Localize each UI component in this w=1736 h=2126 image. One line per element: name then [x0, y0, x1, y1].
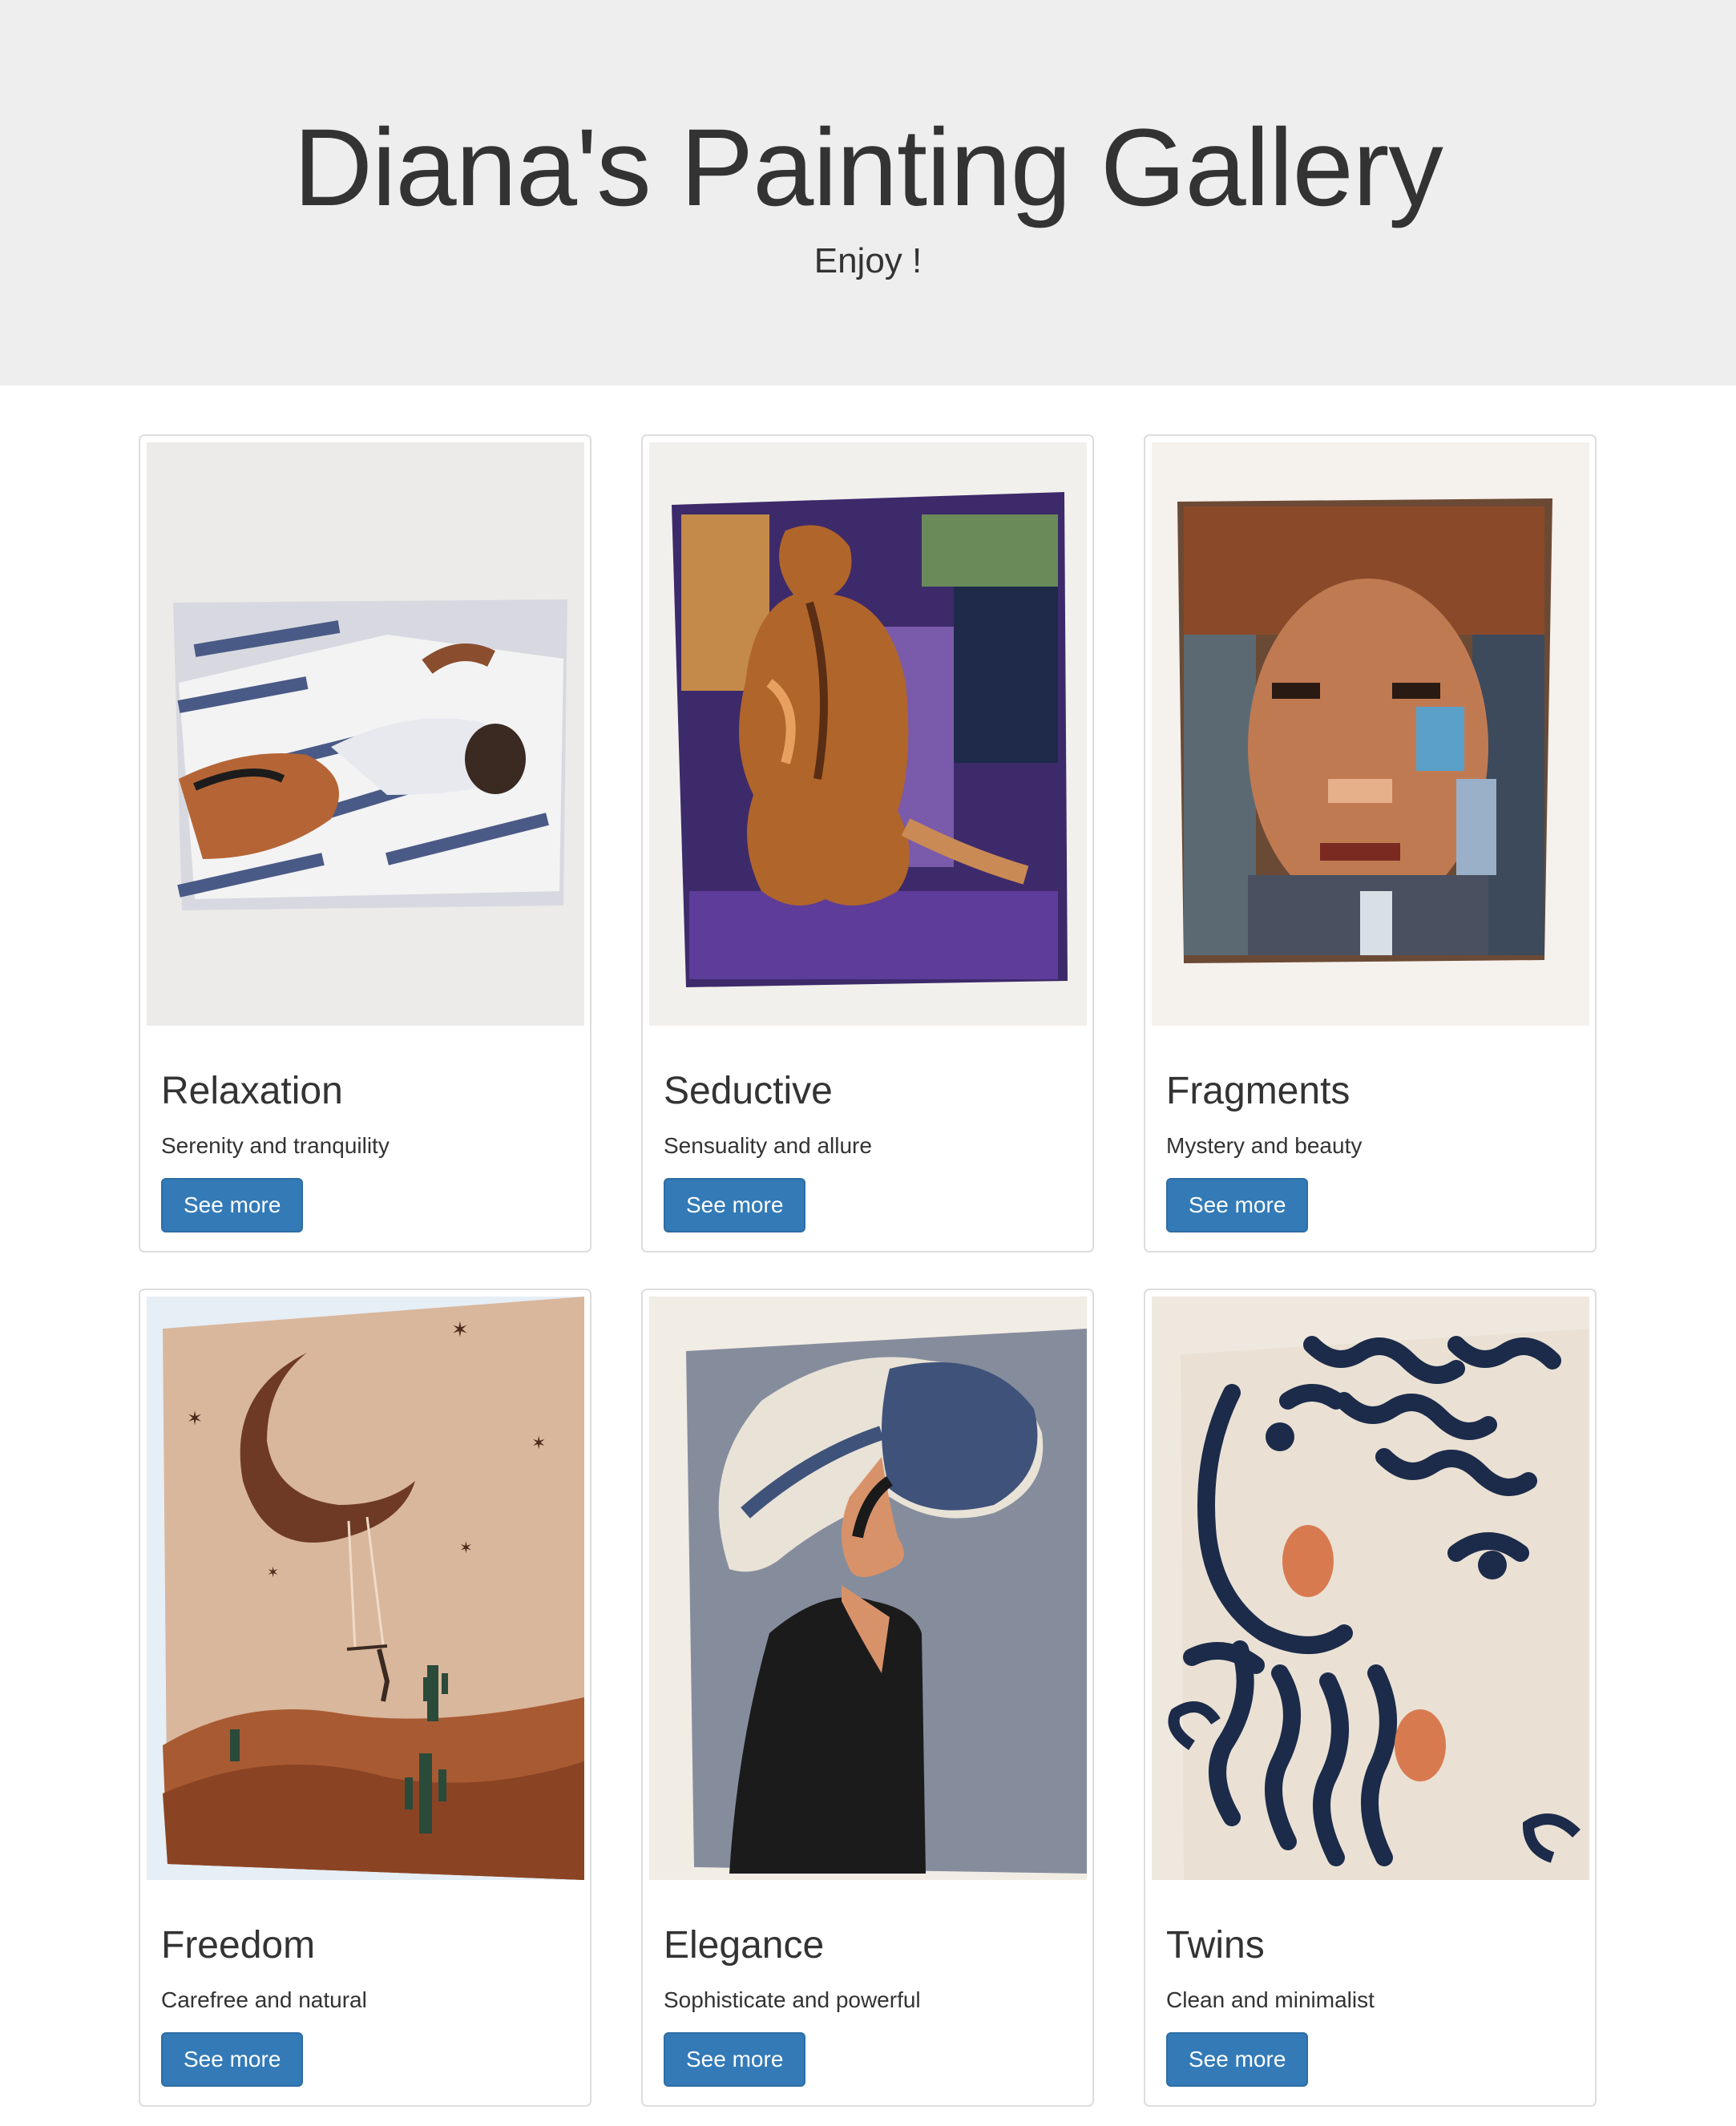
painting-image-relaxation[interactable]: [147, 442, 584, 1026]
svg-text:✶: ✶: [451, 1318, 469, 1342]
painting-description: Serenity and tranquility: [161, 1133, 390, 1158]
painting-description: Carefree and natural: [161, 1987, 367, 2012]
painting-title: Seductive: [664, 1070, 833, 1112]
svg-text:✶: ✶: [267, 1564, 279, 1581]
painting-description: Clean and minimalist: [1166, 1987, 1375, 2012]
painting-image-seductive[interactable]: [649, 442, 1087, 1026]
see-more-button-relaxation[interactable]: See more: [161, 1178, 304, 1232]
painting-fragments-icon: [1152, 442, 1589, 1026]
painting-description: Sophisticate and powerful: [664, 1987, 921, 2012]
painting-card-fragments: Fragments Mystery and beauty See more: [1144, 434, 1597, 1253]
page-tagline: Enjoy !: [813, 241, 923, 280]
see-more-button-seductive[interactable]: See more: [664, 1178, 806, 1232]
painting-image-fragments[interactable]: [1152, 442, 1589, 1026]
see-more-button-freedom[interactable]: See more: [161, 2032, 304, 2087]
svg-text:✶: ✶: [531, 1434, 546, 1454]
painting-seductive-icon: [649, 442, 1087, 1026]
painting-freedom-icon: ✶ ✶ ✶ ✶ ✶: [147, 1297, 584, 1880]
page-title: Diana's Painting Gallery: [293, 107, 1443, 229]
painting-card-twins: Twins Clean and minimalist See more: [1144, 1289, 1597, 2107]
painting-title: Fragments: [1166, 1070, 1350, 1112]
painting-description: Mystery and beauty: [1166, 1133, 1363, 1158]
painting-image-twins[interactable]: [1152, 1297, 1589, 1880]
painting-relaxation-icon: [147, 442, 584, 1026]
see-more-button-twins[interactable]: See more: [1166, 2032, 1309, 2087]
painting-title: Twins: [1166, 1924, 1265, 1967]
see-more-button-fragments[interactable]: See more: [1166, 1178, 1309, 1232]
painting-image-elegance[interactable]: [649, 1297, 1087, 1880]
painting-card-freedom: ✶ ✶ ✶ ✶ ✶ Freedom Carefree and natural S…: [139, 1289, 591, 2107]
svg-text:✶: ✶: [187, 1407, 203, 1430]
header-jumbotron: Diana's Painting Gallery Enjoy !: [0, 0, 1736, 385]
see-more-button-elegance[interactable]: See more: [664, 2032, 806, 2087]
painting-card-seductive: Seductive Sensuality and allure See more: [641, 434, 1094, 1253]
painting-card-elegance: Elegance Sophisticate and powerful See m…: [641, 1289, 1094, 2107]
painting-image-freedom[interactable]: ✶ ✶ ✶ ✶ ✶: [147, 1297, 584, 1880]
painting-card-relaxation: Relaxation Serenity and tranquility See …: [139, 434, 591, 1253]
painting-elegance-icon: [649, 1297, 1087, 1880]
painting-title: Freedom: [161, 1924, 316, 1967]
painting-title: Relaxation: [161, 1070, 343, 1112]
svg-text:✶: ✶: [459, 1538, 473, 1557]
painting-title: Elegance: [664, 1924, 825, 1967]
painting-twins-icon: [1152, 1297, 1589, 1880]
painting-description: Sensuality and allure: [664, 1133, 872, 1158]
